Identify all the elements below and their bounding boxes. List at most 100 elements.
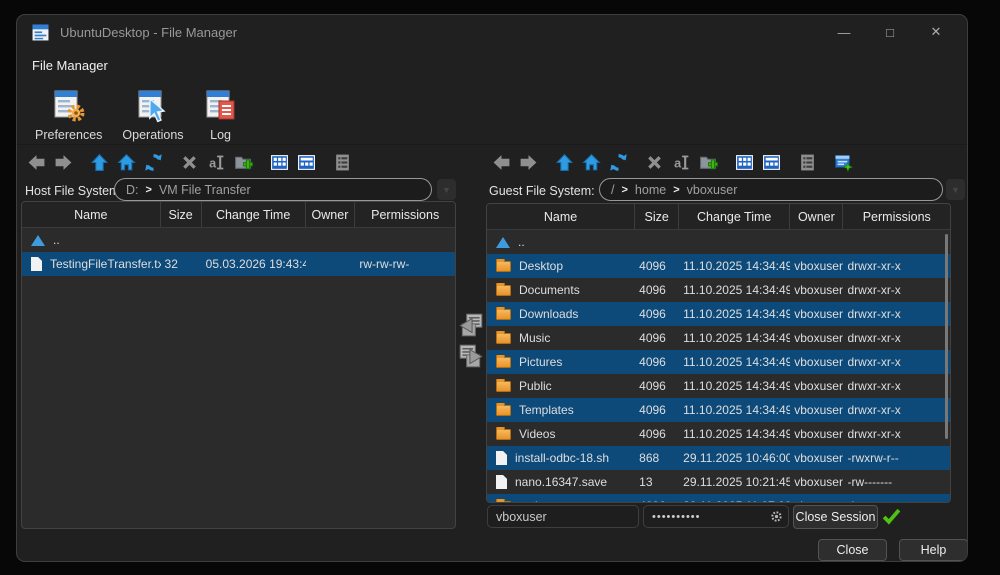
preferences-label: Preferences [35, 128, 103, 142]
guest-crumb-root[interactable]: / [611, 183, 614, 197]
guest-forward-icon[interactable] [517, 150, 540, 174]
guest-back-icon[interactable] [490, 150, 513, 174]
guest-crumb-user[interactable]: vboxuser [687, 183, 738, 197]
host-rename-icon[interactable]: a [205, 150, 228, 174]
preferences-icon [54, 90, 85, 122]
guest-go-up-icon[interactable] [553, 150, 576, 174]
svg-text:a: a [674, 156, 682, 170]
copy-to-guest-button[interactable] [457, 342, 485, 369]
host-forward-icon[interactable] [52, 150, 75, 174]
guest-row-documents[interactable]: Documents 4096 11.10.2025 14:34:49 vboxu… [487, 278, 950, 302]
guest-col-size[interactable]: Size [635, 204, 680, 229]
guest-select-all-icon[interactable] [733, 150, 756, 174]
host-new-directory-icon[interactable] [232, 150, 255, 174]
host-breadcrumb-dropdown[interactable]: ▼ [437, 179, 456, 200]
guest-row-install-odbc[interactable]: install-odbc-18.sh 868 29.11.2025 10:46:… [487, 446, 950, 470]
host-invert-selection-icon[interactable] [295, 150, 318, 174]
operations-icon [138, 90, 166, 123]
host-delete-icon[interactable] [178, 150, 201, 174]
log-icon [206, 90, 235, 120]
close-session-button[interactable]: Close Session [793, 505, 878, 529]
operations-button[interactable]: Operations [112, 85, 193, 146]
guest-row-pictures[interactable]: Pictures 4096 11.10.2025 14:34:49 vboxus… [487, 350, 950, 374]
host-col-size[interactable]: Size [161, 202, 202, 227]
host-refresh-icon[interactable] [142, 150, 165, 174]
guest-breadcrumb-dropdown[interactable]: ▼ [946, 179, 965, 200]
show-password-icon[interactable] [769, 509, 784, 524]
breadcrumb-separator: > [145, 183, 152, 196]
guest-row-public[interactable]: Public 4096 11.10.2025 14:34:49 vboxuser… [487, 374, 950, 398]
host-file-table: Name Size Change Time Owner Permissions … [21, 201, 456, 529]
preferences-button[interactable]: Preferences [25, 85, 112, 146]
toolbar-separator [17, 144, 967, 145]
host-col-name[interactable]: Name [22, 202, 161, 227]
guest-row-downloads[interactable]: Downloads 4096 11.10.2025 14:34:49 vboxu… [487, 302, 950, 326]
folder-icon [496, 403, 511, 416]
close-window-button[interactable]: ✕ [913, 15, 959, 49]
guest-refresh-icon[interactable] [607, 150, 630, 174]
window-title: UbuntuDesktop - File Manager [60, 24, 238, 40]
host-row-up[interactable]: .. [22, 228, 455, 252]
guest-go-home-icon[interactable] [580, 150, 603, 174]
host-crumb-folder[interactable]: VM File Transfer [159, 183, 251, 197]
guest-rename-icon[interactable]: a [670, 150, 693, 174]
host-navbar: a [25, 148, 358, 176]
guest-new-directory-icon[interactable] [697, 150, 720, 174]
guest-delete-icon[interactable] [643, 150, 666, 174]
host-col-change-time[interactable]: Change Time [202, 202, 306, 227]
file-icon [496, 475, 507, 489]
menu-file-manager[interactable]: File Manager [32, 58, 108, 73]
guest-crumb-home[interactable]: home [635, 183, 666, 197]
session-username-input[interactable] [487, 505, 639, 528]
folder-icon [496, 499, 511, 502]
host-properties-icon[interactable] [331, 150, 354, 174]
guest-row-music[interactable]: Music 4096 11.10.2025 14:34:49 vboxuser … [487, 326, 950, 350]
guest-col-name[interactable]: Name [487, 204, 636, 229]
guest-col-change-time[interactable]: Change Time [679, 204, 791, 229]
host-col-permissions[interactable]: Permissions [355, 202, 455, 227]
guest-breadcrumb[interactable]: / > home > vboxuser [599, 178, 943, 201]
guest-table-header: Name Size Change Time Owner Permissions [487, 204, 950, 230]
log-button[interactable]: Log [194, 85, 248, 146]
guest-row-videos[interactable]: Videos 4096 11.10.2025 14:34:49 vboxuser… [487, 422, 950, 446]
guest-row-templates[interactable]: Templates 4096 11.10.2025 14:34:49 vboxu… [487, 398, 950, 422]
host-go-up-icon[interactable] [88, 150, 111, 174]
host-select-all-icon[interactable] [268, 150, 291, 174]
host-col-owner[interactable]: Owner [306, 202, 356, 227]
host-row-file[interactable]: TestingFileTransfer.txt 32 05.03.2026 19… [22, 252, 455, 276]
guest-row-desktop[interactable]: Desktop 4096 11.10.2025 14:34:49 vboxuse… [487, 254, 950, 278]
host-table-header: Name Size Change Time Owner Permissions [22, 202, 455, 228]
guest-row-python[interactable]: python 4096 29.11.2025 11:07:00 vboxuser… [487, 494, 950, 502]
host-go-home-icon[interactable] [115, 150, 138, 174]
help-button[interactable]: Help [899, 539, 967, 561]
guest-row-up[interactable]: .. [487, 230, 950, 254]
guest-invert-selection-icon[interactable] [760, 150, 783, 174]
minimize-button[interactable]: — [821, 15, 867, 49]
session-active-check-icon [882, 508, 901, 525]
guest-table-scrollbar[interactable] [945, 234, 948, 439]
session-password-input[interactable]: •••••••••• [643, 505, 789, 528]
titlebar: UbuntuDesktop - File Manager — □ ✕ [17, 15, 967, 49]
copy-to-host-button[interactable] [457, 311, 485, 338]
menubar: File Manager [32, 57, 108, 75]
folder-icon [496, 427, 511, 440]
log-label: Log [210, 128, 231, 142]
folder-icon [496, 355, 511, 368]
maximize-button[interactable]: □ [867, 15, 913, 49]
breadcrumb-separator: > [673, 183, 680, 196]
guest-properties-icon[interactable] [796, 150, 819, 174]
guest-col-owner[interactable]: Owner [790, 204, 844, 229]
up-directory-icon [31, 234, 45, 246]
folder-icon [496, 379, 511, 392]
host-back-icon[interactable] [25, 150, 48, 174]
up-directory-icon [496, 236, 510, 248]
guest-row-nano-save[interactable]: nano.16347.save 13 29.11.2025 10:21:45 v… [487, 470, 950, 494]
host-crumb-drive[interactable]: D: [126, 183, 139, 197]
guest-session-icon[interactable] [832, 150, 855, 174]
host-breadcrumb[interactable]: D: > VM File Transfer [114, 178, 432, 201]
guest-col-permissions[interactable]: Permissions [843, 204, 950, 229]
folder-icon [496, 259, 511, 272]
close-button[interactable]: Close [818, 539, 887, 561]
folder-icon [496, 283, 511, 296]
host-file-system-label: Host File System: [25, 184, 123, 198]
